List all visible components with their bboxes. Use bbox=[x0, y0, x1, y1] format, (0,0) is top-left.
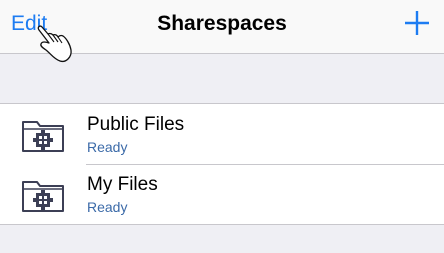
shared-folder-icon bbox=[22, 121, 64, 152]
item-status: Ready bbox=[87, 199, 128, 215]
sharespaces-screen: Edit Sharespaces Public Files Ready My F… bbox=[0, 0, 444, 253]
hand-pointer-cursor-icon bbox=[37, 25, 72, 63]
plus-icon bbox=[405, 11, 429, 35]
list-item-public-files[interactable]: Public Files Ready bbox=[0, 104, 444, 164]
sharespace-list: Public Files Ready My Files Ready bbox=[0, 103, 444, 225]
item-status: Ready bbox=[87, 139, 128, 155]
add-button[interactable] bbox=[404, 10, 430, 36]
item-title: My Files bbox=[87, 174, 158, 195]
shared-folder-icon bbox=[22, 181, 64, 212]
item-title: Public Files bbox=[87, 114, 185, 135]
list-item-my-files[interactable]: My Files Ready bbox=[0, 164, 444, 224]
